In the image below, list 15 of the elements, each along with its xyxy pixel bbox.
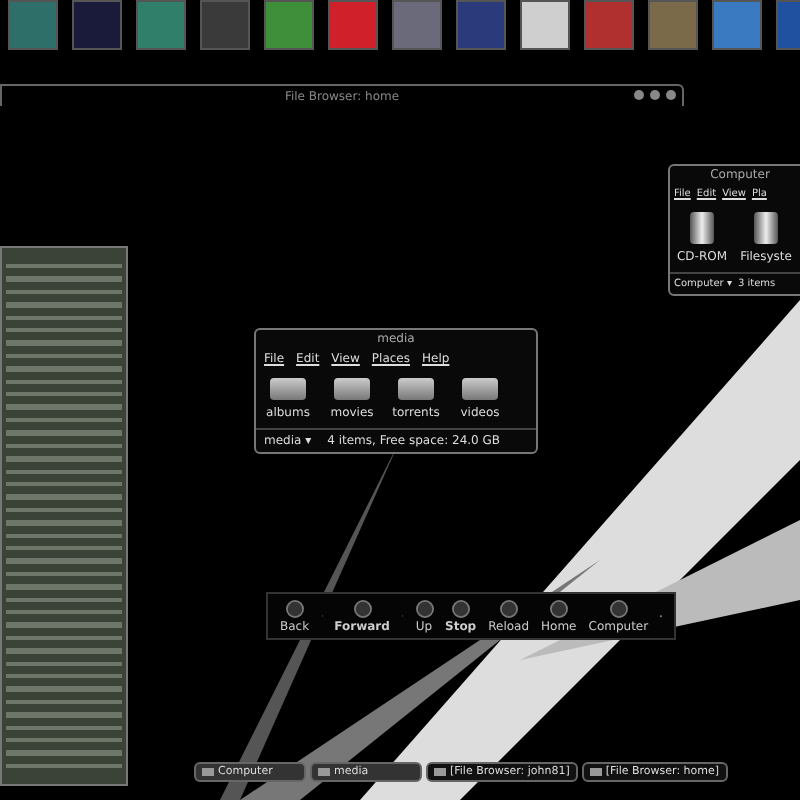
folder-icon[interactable]	[462, 378, 498, 400]
folder-icon[interactable]	[270, 378, 306, 400]
app-icon[interactable]	[520, 0, 570, 50]
circle-icon	[499, 599, 518, 617]
circle-icon	[451, 599, 470, 617]
app-icon[interactable]	[72, 0, 122, 50]
circle-icon	[415, 599, 433, 617]
folder-icon[interactable]	[334, 378, 370, 400]
circle-icon	[353, 599, 372, 617]
circle-icon	[285, 599, 304, 617]
drive-icon[interactable]	[690, 212, 714, 244]
circle-icon	[549, 599, 568, 617]
circle-icon	[609, 599, 628, 617]
drive-icon[interactable]	[754, 212, 778, 244]
folder-icon[interactable]	[398, 378, 434, 400]
